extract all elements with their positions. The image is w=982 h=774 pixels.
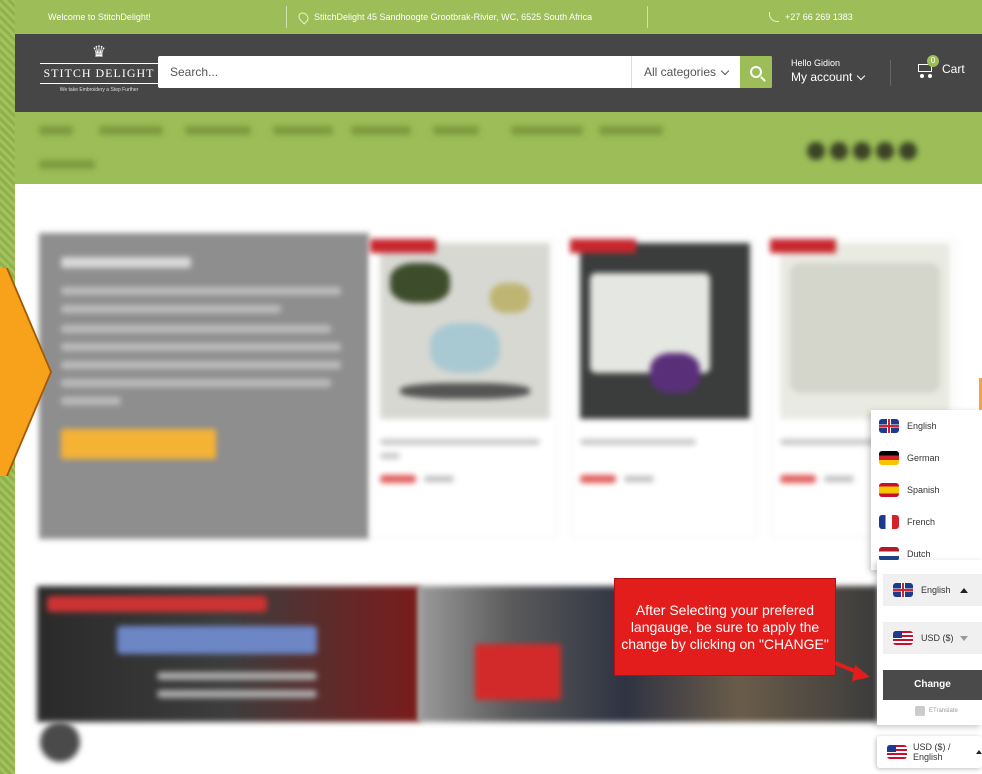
selected-currency: USD ($)	[921, 633, 954, 643]
nav-item[interactable]	[511, 126, 583, 135]
chevron-down-icon	[720, 66, 730, 75]
language-option-german[interactable]: German	[871, 442, 982, 474]
nav-item[interactable]	[99, 126, 163, 135]
currency-select[interactable]: USD ($)	[883, 622, 982, 654]
caret-down-icon	[960, 635, 968, 641]
cart-label: Cart	[942, 62, 965, 76]
cart-count-badge: 0	[927, 55, 939, 67]
language-option-english[interactable]: English	[871, 410, 982, 442]
account-greeting: Hello Gidion	[791, 58, 841, 68]
language-option-label: Spanish	[907, 485, 940, 495]
account-menu[interactable]: Hello Gidion My account	[791, 58, 866, 84]
topbar-divider	[286, 6, 287, 28]
language-option-label: Dutch	[907, 549, 931, 559]
search-icon	[750, 66, 762, 78]
nav-item[interactable]	[39, 126, 73, 135]
language-option-label: German	[907, 453, 940, 463]
banner-upcycle[interactable]	[37, 586, 420, 722]
us-flag-icon	[887, 745, 907, 759]
phone-text[interactable]: +27 66 269 1383	[785, 12, 853, 22]
product-card[interactable]	[570, 238, 757, 538]
selected-language: English	[921, 585, 951, 595]
nav-item[interactable]	[599, 126, 663, 135]
banner-button[interactable]	[475, 644, 561, 700]
sale-badge	[370, 239, 436, 253]
search-button[interactable]	[740, 56, 772, 88]
promo-block	[39, 233, 369, 539]
cart-icon: 0	[915, 55, 939, 78]
language-options-list: English German Spanish French Dutch	[871, 410, 982, 570]
category-select[interactable]: All categories	[630, 56, 740, 88]
instruction-callout: After Selecting your prefered langauge, …	[614, 578, 836, 676]
caret-up-icon	[960, 587, 968, 593]
netherlands-flag-icon	[879, 547, 899, 561]
main-navigation	[15, 112, 982, 184]
site-header: ♛ STITCH DELIGHT We take Embroidery a St…	[15, 34, 982, 112]
germany-flag-icon	[879, 451, 899, 465]
nav-item[interactable]	[39, 160, 95, 169]
language-option-spanish[interactable]: Spanish	[871, 474, 982, 506]
promo-button[interactable]	[61, 429, 216, 459]
crown-icon: ♛	[91, 44, 107, 61]
etranslate-credit[interactable]: ETranslate	[915, 706, 958, 716]
language-option-label: French	[907, 517, 936, 527]
search-bar: All categories	[158, 56, 772, 88]
social-icon[interactable]	[807, 142, 825, 160]
language-select[interactable]: English	[883, 574, 982, 606]
phone-icon	[769, 12, 779, 22]
welcome-text: Welcome to StitchDelight!	[48, 12, 151, 22]
product-image[interactable]	[780, 243, 950, 419]
change-button[interactable]: Change	[883, 670, 982, 700]
etranslate-logo-icon	[915, 706, 925, 716]
uk-flag-icon	[893, 583, 913, 597]
switcher-summary: USD ($) / English	[913, 742, 951, 762]
product-card[interactable]	[370, 238, 557, 538]
header-divider	[890, 60, 891, 86]
search-input[interactable]	[158, 56, 631, 88]
etranslate-label: ETranslate	[929, 708, 958, 714]
accessibility-button[interactable]	[40, 722, 80, 762]
language-option-label: English	[907, 421, 937, 431]
page: Welcome to StitchDelight! StitchDelight …	[15, 0, 982, 774]
top-info-bar: Welcome to StitchDelight! StitchDelight …	[15, 0, 982, 34]
caret-up-icon	[976, 750, 982, 754]
social-icon[interactable]	[830, 142, 848, 160]
callout-text: After Selecting your prefered langauge, …	[621, 601, 829, 652]
address-info: StitchDelight 45 Sandhoogte Grootbrak-Ri…	[296, 0, 593, 34]
chevron-down-icon	[857, 71, 866, 80]
logo-wordmark: STITCH DELIGHT	[39, 63, 159, 84]
welcome-message: Welcome to StitchDelight!	[48, 0, 151, 34]
category-label: All categories	[643, 65, 716, 79]
spain-flag-icon	[879, 483, 899, 497]
nav-item[interactable]	[433, 126, 479, 135]
social-icon[interactable]	[853, 142, 871, 160]
nav-item[interactable]	[351, 126, 411, 135]
site-logo[interactable]: ♛ STITCH DELIGHT We take Embroidery a St…	[39, 44, 159, 100]
cart-button[interactable]: 0 Cart	[915, 55, 965, 78]
social-icon[interactable]	[876, 142, 894, 160]
social-icon[interactable]	[899, 142, 917, 160]
address-text: StitchDelight 45 Sandhoogte Grootbrak-Ri…	[314, 12, 593, 22]
nav-item[interactable]	[273, 126, 333, 135]
my-account-label: My account	[791, 70, 853, 84]
language-currency-switcher[interactable]: USD ($) / English	[877, 736, 982, 768]
my-account-link[interactable]: My account	[791, 70, 866, 84]
nav-item[interactable]	[185, 126, 251, 135]
uk-flag-icon	[879, 419, 899, 433]
phone-info[interactable]: +27 66 269 1383	[769, 0, 853, 34]
location-pin-icon	[296, 9, 311, 25]
product-image[interactable]	[580, 243, 750, 419]
logo-tagline: We take Embroidery a Step Further	[59, 87, 139, 93]
us-flag-icon	[893, 631, 913, 645]
topbar-divider	[647, 6, 648, 28]
france-flag-icon	[879, 515, 899, 529]
language-option-french[interactable]: French	[871, 506, 982, 538]
language-currency-panel: English USD ($) Change ETranslate	[877, 560, 982, 725]
sale-badge	[570, 239, 636, 253]
product-image[interactable]	[380, 243, 550, 419]
sale-badge	[770, 239, 836, 253]
